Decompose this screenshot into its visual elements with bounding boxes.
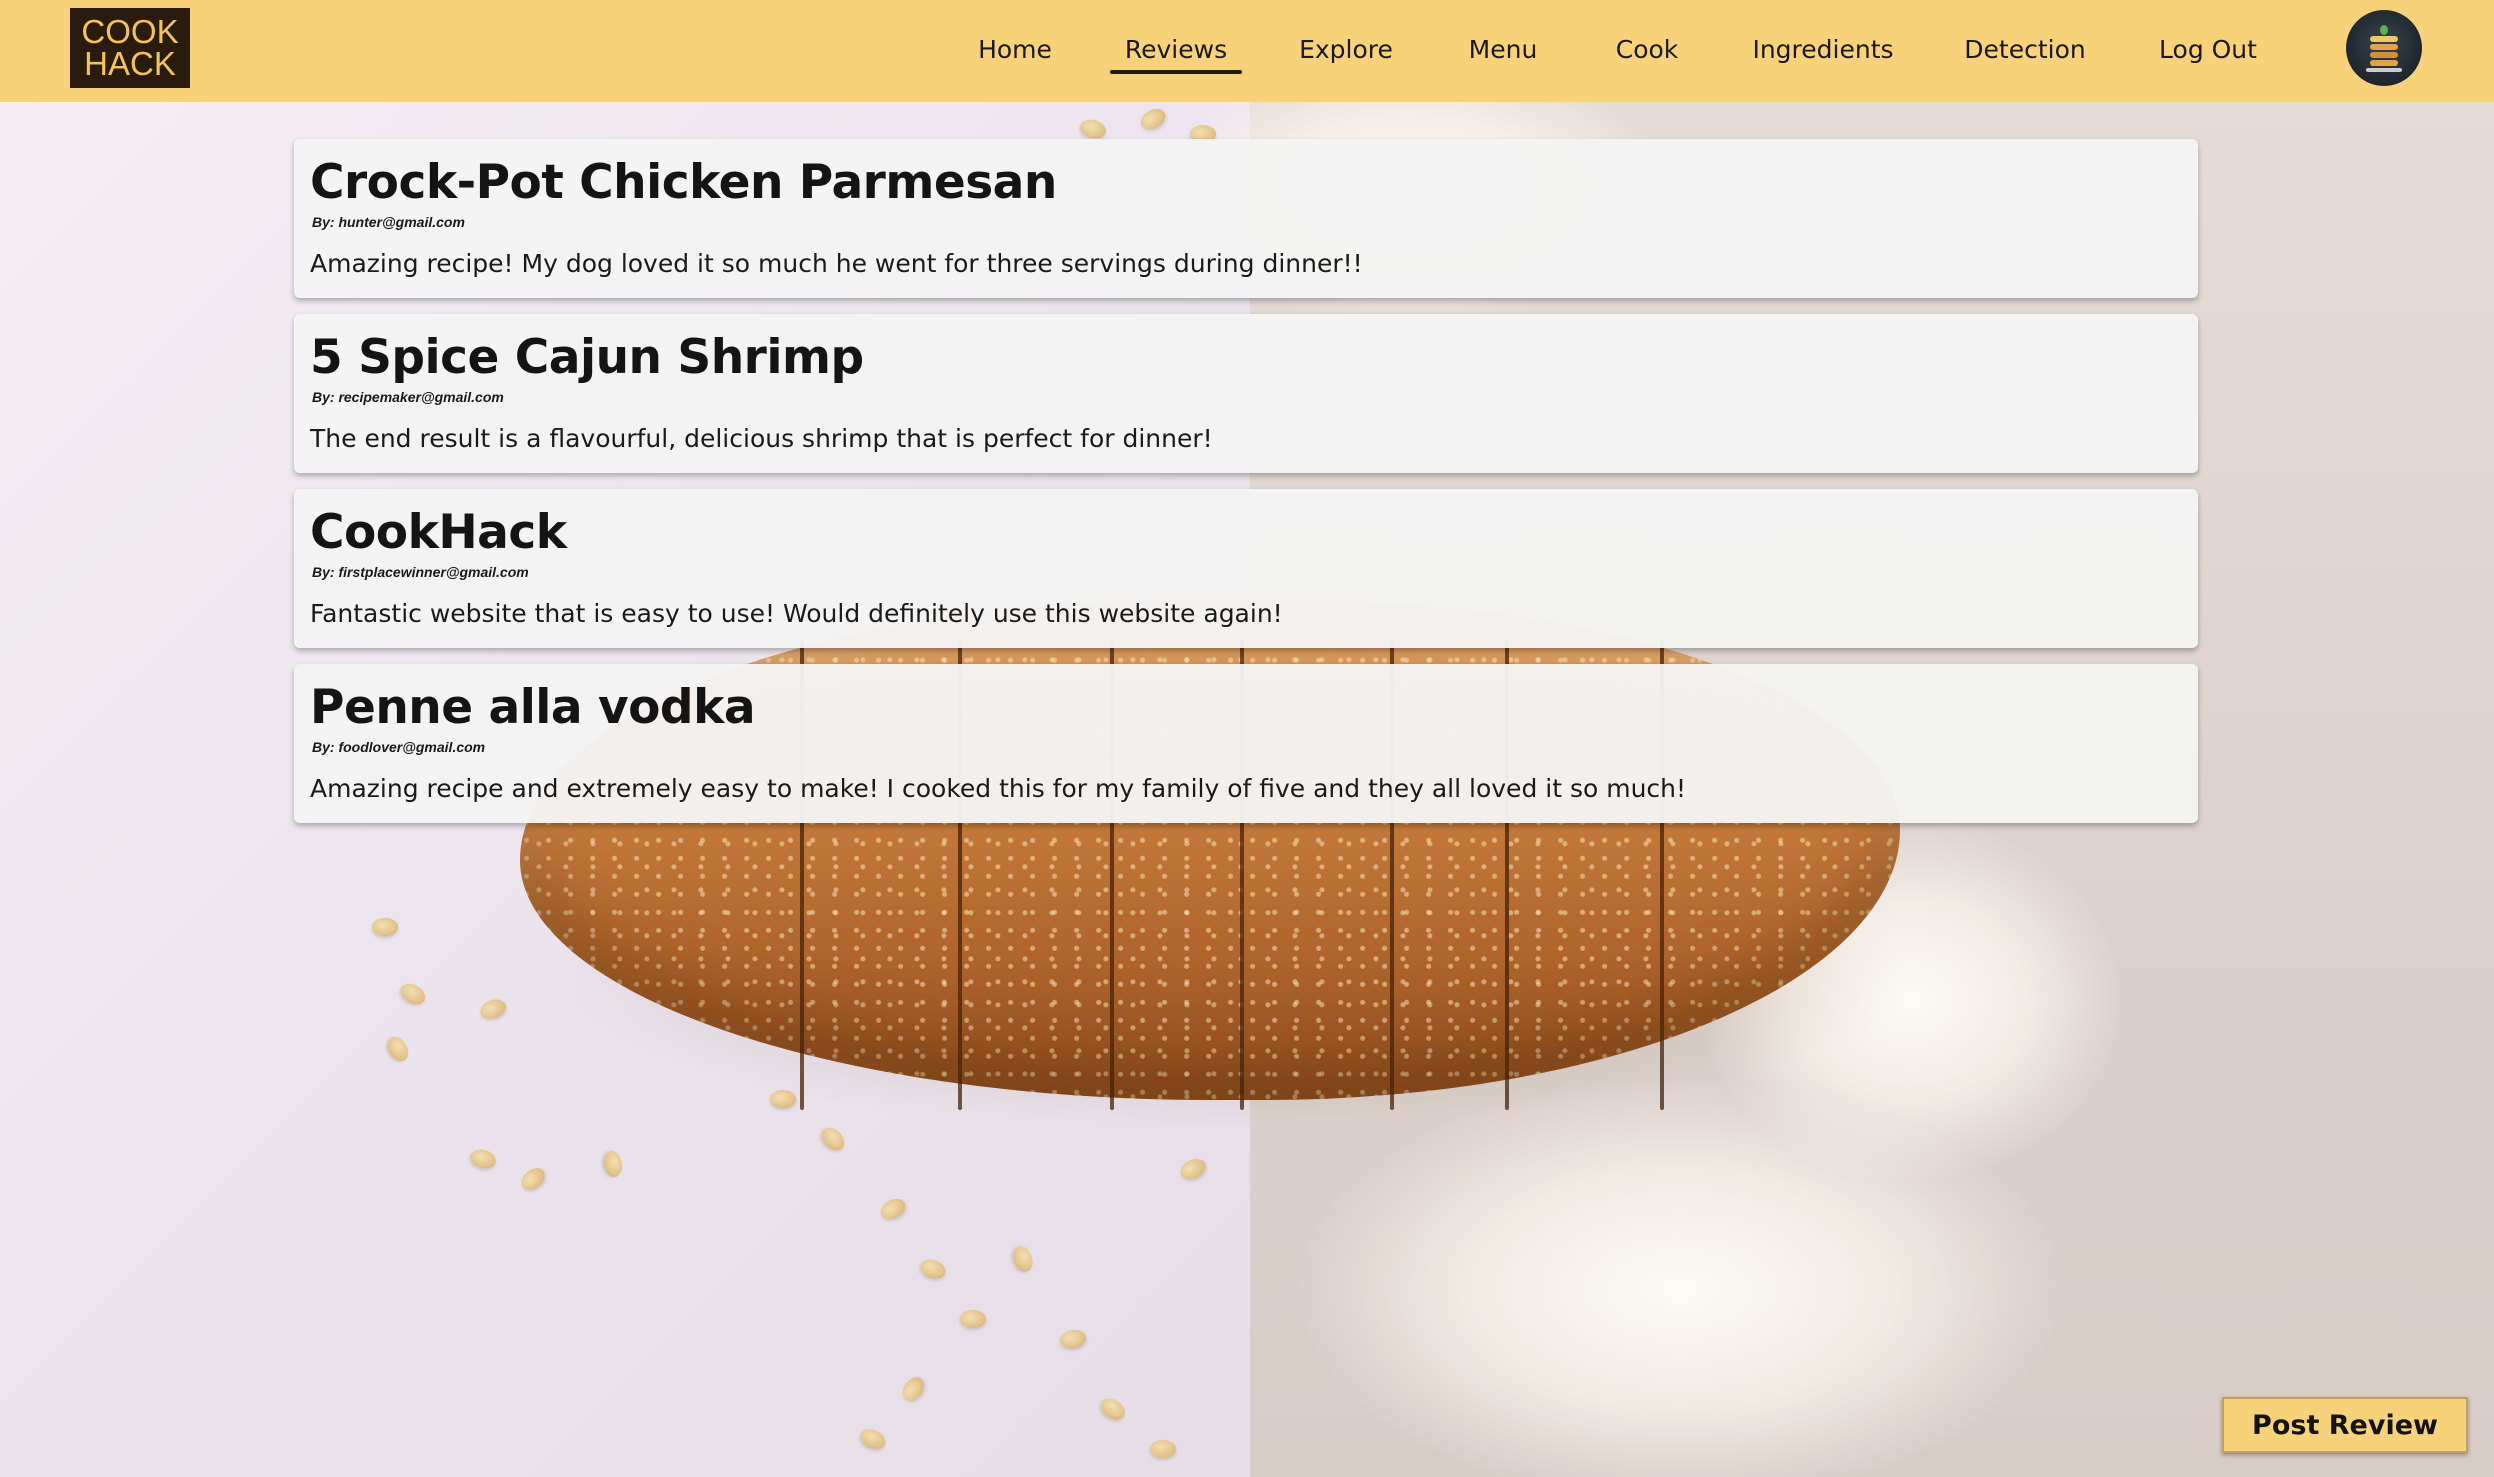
avatar-garnish-leaf (2380, 25, 2388, 35)
oat-flake (960, 1310, 986, 1328)
nav-home-link[interactable]: Home (960, 30, 1070, 70)
logo-line-1: COOK (81, 13, 179, 50)
post-review-button[interactable]: Post Review (2222, 1397, 2468, 1453)
avatar-pancake-layer (2370, 36, 2398, 42)
nav-reviews-link[interactable]: Reviews (1110, 30, 1242, 74)
avatar-pancake-layer (2370, 60, 2398, 66)
review-author: By: firstplacewinner@gmail.com (312, 564, 529, 580)
review-text: Fantastic website that is easy to use! W… (310, 599, 1283, 628)
top-navbar: COOK HACK Home Reviews Explore Menu Cook… (0, 0, 2494, 102)
review-author: By: foodlover@gmail.com (312, 739, 486, 755)
review-text: The end result is a flavourful, deliciou… (310, 424, 1213, 453)
avatar-pancake-layer (2370, 52, 2398, 58)
review-card: Penne alla vodka By: foodlover@gmail.com… (294, 664, 2198, 823)
reviews-list: Crock-Pot Chicken Parmesan By: hunter@gm… (294, 139, 2198, 839)
review-text: Amazing recipe! My dog loved it so much … (310, 249, 1363, 278)
review-title: CookHack (310, 505, 567, 560)
oat-flake (372, 918, 398, 936)
nav-cook-link[interactable]: Cook (1608, 30, 1686, 70)
logo-line-2: HACK (84, 45, 176, 82)
oat-flake (770, 1090, 796, 1108)
cookhack-logo[interactable]: COOK HACK (70, 8, 190, 88)
nav-logout-link[interactable]: Log Out (2156, 30, 2260, 70)
review-author: By: recipemaker@gmail.com (312, 389, 504, 405)
review-title: Crock-Pot Chicken Parmesan (310, 155, 1057, 210)
nav-detection-link[interactable]: Detection (1960, 30, 2090, 70)
nav-ingredients-link[interactable]: Ingredients (1752, 30, 1894, 70)
review-card: Crock-Pot Chicken Parmesan By: hunter@gm… (294, 139, 2198, 298)
review-card: 5 Spice Cajun Shrimp By: recipemaker@gma… (294, 314, 2198, 473)
profile-avatar-icon[interactable] (2346, 10, 2422, 86)
review-text: Amazing recipe and extremely easy to mak… (310, 774, 1687, 803)
review-card: CookHack By: firstplacewinner@gmail.com … (294, 489, 2198, 648)
nav-menu-link[interactable]: Menu (1460, 30, 1546, 70)
avatar-plate (2366, 68, 2402, 72)
nav-explore-link[interactable]: Explore (1292, 30, 1400, 70)
avatar-pancake-layer (2370, 44, 2398, 50)
review-title: Penne alla vodka (310, 680, 756, 735)
review-title: 5 Spice Cajun Shrimp (310, 330, 864, 385)
review-author: By: hunter@gmail.com (312, 214, 465, 230)
oat-flake (1150, 1440, 1176, 1458)
